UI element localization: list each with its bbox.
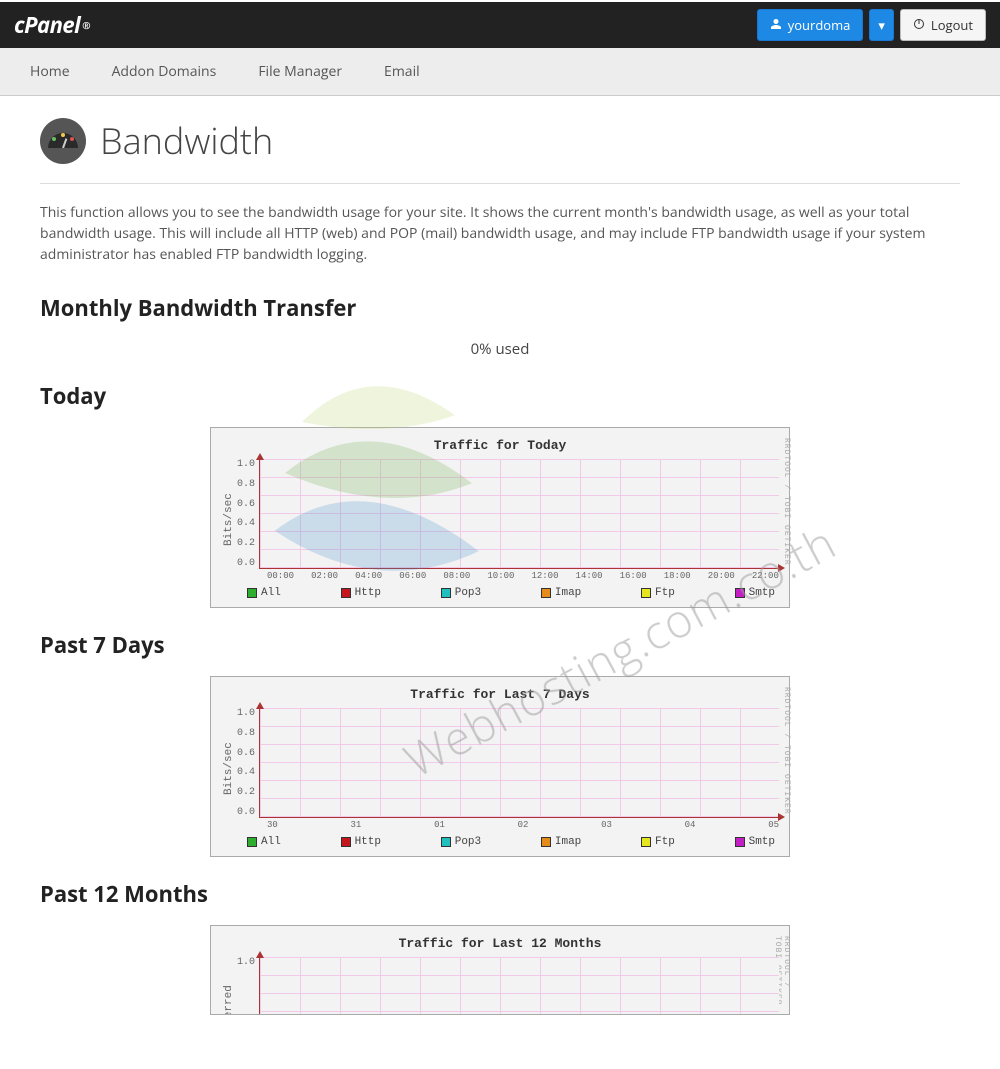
chart-side-note: RRDTOOL / TOBI OETIKER — [782, 687, 791, 815]
user-label: yourdoma — [788, 16, 851, 34]
nav-home[interactable]: Home — [24, 48, 76, 95]
legend-item: Ftp — [641, 836, 675, 848]
chart-today: Traffic for TodayRRDTOOL / TOBI OETIKER B… — [210, 427, 790, 608]
legend-item: All — [247, 587, 281, 599]
user-menu-caret[interactable]: ▾ — [869, 9, 894, 41]
legend-item: Pop3 — [441, 587, 481, 599]
section-today: Today — [40, 381, 960, 411]
legend-item: All — [247, 836, 281, 848]
chart-legend: All Http Pop3 Imap Ftp Smtp — [221, 581, 779, 601]
chart-ylabel: Bits/sec — [221, 459, 237, 581]
top-bar: cPanel® yourdoma ▾ Logout — [0, 0, 1000, 48]
section-year: Past 12 Months — [40, 879, 960, 909]
chart-side-note: RRDTOOL / TOBI OETIKER — [782, 438, 791, 566]
usage-text: 0% used — [40, 339, 960, 359]
chart-title: Traffic for Last 12 Months — [221, 932, 779, 957]
chart-grid — [259, 957, 779, 1015]
main-nav: Home Addon Domains File Manager Email — [0, 48, 1000, 96]
chart-grid — [259, 459, 779, 569]
user-icon — [770, 16, 782, 34]
cpanel-logo: cPanel® — [14, 10, 90, 40]
section-week: Past 7 Days — [40, 630, 960, 660]
chart-xticks: 30310102030405 — [267, 820, 779, 830]
logout-label: Logout — [931, 16, 973, 34]
page-description: This function allows you to see the band… — [40, 202, 960, 265]
legend-item: Pop3 — [441, 836, 481, 848]
nav-addon-domains[interactable]: Addon Domains — [106, 48, 223, 95]
logout-icon — [913, 16, 925, 34]
logout-button[interactable]: Logout — [900, 9, 986, 41]
section-monthly: Monthly Bandwidth Transfer — [40, 293, 960, 323]
chart-xticks: 00:0002:0004:0006:0008:0010:0012:0014:00… — [267, 571, 779, 581]
chart-7days: Traffic for Last 7 DaysRRDTOOL / TOBI OE… — [210, 676, 790, 857]
topbar-right: yourdoma ▾ Logout — [757, 9, 986, 41]
legend-item: Ftp — [641, 587, 675, 599]
chevron-down-icon: ▾ — [878, 16, 885, 34]
legend-item: Imap — [541, 587, 581, 599]
page-title: Bandwidth — [100, 116, 273, 165]
chart-yticks: 1.00.80.60.40.20.0 — [237, 459, 259, 569]
legend-item: Smtp — [735, 587, 775, 599]
content: Bandwidth This function allows you to se… — [0, 96, 1000, 1069]
chart-ylabel: Bits/sec — [221, 708, 237, 830]
chart-yticks: 1.00.8 — [237, 957, 259, 1015]
legend-item: Smtp — [735, 836, 775, 848]
chart-grid — [259, 708, 779, 818]
chart-title: Traffic for Last 7 Days — [221, 683, 779, 708]
legend-item: Http — [341, 587, 381, 599]
chart-yticks: 1.00.80.60.40.20.0 — [237, 708, 259, 818]
legend-item: Imap — [541, 836, 581, 848]
legend-item: Http — [341, 836, 381, 848]
chart-ylabel: nsferred — [221, 957, 237, 1015]
page-header: Bandwidth — [40, 116, 960, 184]
bandwidth-gauge-icon — [40, 118, 86, 164]
chart-12months: Traffic for Last 12 MonthsRRDTOOL / TOBI… — [210, 925, 790, 1015]
user-menu-button[interactable]: yourdoma — [757, 9, 864, 41]
nav-email[interactable]: Email — [378, 48, 426, 95]
chart-legend: All Http Pop3 Imap Ftp Smtp — [221, 830, 779, 850]
nav-file-manager[interactable]: File Manager — [252, 48, 348, 95]
chart-title: Traffic for Today — [221, 434, 779, 459]
